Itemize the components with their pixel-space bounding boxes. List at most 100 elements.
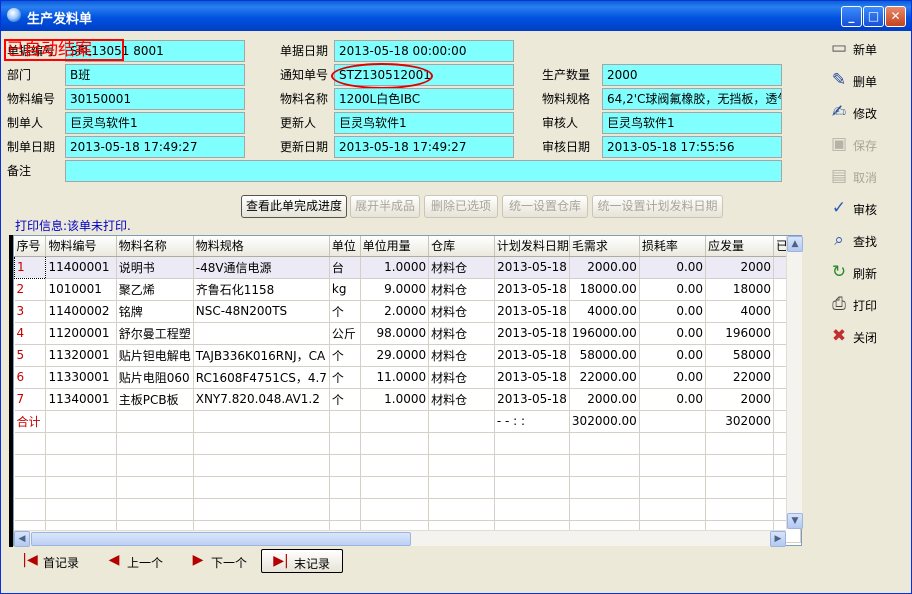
scroll-down-icon[interactable]: ▼ bbox=[787, 513, 803, 529]
table-cell[interactable]: 4000 bbox=[705, 300, 775, 323]
auditor-field[interactable]: 巨灵鸟软件1 bbox=[602, 112, 782, 134]
set-warehouse-button[interactable]: 统一设置仓库 bbox=[502, 195, 588, 218]
table-cell[interactable]: 材料仓 bbox=[428, 366, 495, 389]
item-name-field[interactable]: 1200L白色IBC bbox=[334, 88, 514, 110]
table-cell[interactable]: 11400001 bbox=[45, 256, 117, 279]
table-cell[interactable]: 22000 bbox=[705, 366, 775, 389]
table-cell[interactable]: 2013-05-18 bbox=[494, 300, 570, 323]
table-cell[interactable]: 2000.00 bbox=[569, 388, 640, 411]
table-cell[interactable]: 2013-05-18 bbox=[494, 388, 570, 411]
table-cell[interactable]: 58000.00 bbox=[569, 344, 640, 367]
table-cell[interactable]: 齐鲁石化1158 bbox=[193, 278, 330, 301]
table-cell[interactable]: 29.0000 bbox=[360, 344, 430, 367]
sidebar-button-print[interactable]: ⎙ 打印 bbox=[827, 291, 907, 319]
sidebar-button-close[interactable]: ✖ 关闭 bbox=[827, 323, 907, 351]
item-spec-field[interactable]: 64,2'C球阀氟橡胶，无挡板，透气 bbox=[602, 88, 782, 110]
table-cell[interactable]: 个 bbox=[329, 344, 361, 367]
table-cell[interactable]: 6 bbox=[14, 366, 47, 389]
col-header[interactable]: 毛需求 bbox=[569, 236, 640, 257]
table-cell[interactable]: 2013-05-18 bbox=[494, 322, 570, 345]
table-cell[interactable]: 2013-05-18 bbox=[494, 344, 570, 367]
table-cell[interactable]: 18000 bbox=[705, 278, 775, 301]
table-cell[interactable]: 58000 bbox=[705, 344, 775, 367]
table-cell[interactable]: 聚乙烯 bbox=[116, 278, 194, 301]
sidebar-button-delete-doc[interactable]: ✎ 删单 bbox=[827, 67, 907, 95]
table-row[interactable]: 7 11340001 主板PCB板 XNY7.820.048.AV1.2 个 1.0000… bbox=[14, 388, 801, 411]
col-header[interactable]: 序号 bbox=[14, 236, 47, 257]
sidebar-button-new-doc[interactable]: ▭ 新单 bbox=[827, 35, 907, 63]
table-cell[interactable]: 4000.00 bbox=[569, 300, 640, 323]
table-cell[interactable]: 3 bbox=[14, 300, 47, 323]
sidebar-button-refresh[interactable]: ↻ 刷新 bbox=[827, 259, 907, 287]
first-record-button[interactable]: |◀ 首记录 bbox=[21, 549, 91, 573]
table-cell[interactable]: 1010001 bbox=[45, 278, 117, 301]
table-cell[interactable]: 材料仓 bbox=[428, 278, 495, 301]
table-cell[interactable]: TAJB336K016RNJ，CA bbox=[193, 344, 330, 367]
table-cell[interactable]: 7 bbox=[14, 388, 47, 411]
table-cell[interactable]: 0.00 bbox=[639, 366, 707, 389]
table-cell[interactable]: 11.0000 bbox=[360, 366, 430, 389]
table-cell[interactable]: 1 bbox=[14, 255, 47, 279]
expand-semi-button[interactable]: 展开半成品 bbox=[350, 195, 420, 218]
sidebar-button-save[interactable]: ▣ 保存 bbox=[827, 131, 907, 159]
table-cell[interactable]: 舒尔曼工程塑 bbox=[116, 322, 194, 345]
table-cell[interactable]: 0.00 bbox=[639, 344, 707, 367]
table-cell[interactable]: 2.0000 bbox=[360, 300, 430, 323]
next-record-button[interactable]: ▶ 下一个 bbox=[189, 549, 259, 573]
table-row[interactable]: 5 11320001 贴片钽电解电 TAJB336K016RNJ，CA 个 29.0000… bbox=[14, 344, 801, 367]
audit-date-field[interactable]: 2013-05-18 17:55:56 bbox=[602, 136, 782, 158]
table-cell[interactable]: 材料仓 bbox=[428, 300, 495, 323]
create-date-field[interactable]: 2013-05-18 17:49:27 bbox=[65, 136, 245, 158]
table-cell[interactable]: 0.00 bbox=[639, 300, 707, 323]
scroll-left-icon[interactable]: ◀ bbox=[14, 531, 30, 547]
col-header[interactable]: 物料规格 bbox=[193, 236, 330, 257]
sidebar-button-search[interactable]: ⌕ 查找 bbox=[827, 227, 907, 255]
update-date-field[interactable]: 2013-05-18 17:49:27 bbox=[334, 136, 514, 158]
close-window-button[interactable]: ✕ bbox=[885, 6, 906, 27]
col-header[interactable]: 损耗率 bbox=[639, 236, 707, 257]
scroll-up-icon[interactable]: ▲ bbox=[787, 236, 803, 252]
table-cell[interactable]: 2000.00 bbox=[569, 256, 640, 279]
table-cell[interactable]: 11330001 bbox=[45, 366, 117, 389]
table-cell[interactable]: 11200001 bbox=[45, 322, 117, 345]
table-row[interactable]: 2 1010001 聚乙烯 齐鲁石化1158 kg 9.0000 材料仓 2013-05-18… bbox=[14, 278, 801, 301]
table-cell[interactable]: 0.00 bbox=[639, 322, 707, 345]
table-cell[interactable]: -48V通信电源 bbox=[193, 256, 330, 279]
remark-field[interactable] bbox=[65, 160, 782, 182]
table-cell[interactable]: 铭牌 bbox=[116, 300, 194, 323]
table-cell[interactable]: 贴片电阻060 bbox=[116, 366, 194, 389]
table-cell[interactable]: 196000 bbox=[705, 322, 775, 345]
detail-grid[interactable]: 序号 物料编号 物料名称 物料规格 单位 单位用量 仓库 计划发料日期 毛需求 … bbox=[13, 235, 802, 546]
table-cell[interactable]: 11340001 bbox=[45, 388, 117, 411]
table-cell[interactable]: kg bbox=[329, 278, 361, 301]
table-cell[interactable]: 材料仓 bbox=[428, 322, 495, 345]
table-cell[interactable]: 材料仓 bbox=[428, 256, 495, 279]
creator-field[interactable]: 巨灵鸟软件1 bbox=[65, 112, 245, 134]
table-cell[interactable]: 2013-05-18 bbox=[494, 278, 570, 301]
table-cell[interactable]: 22000.00 bbox=[569, 366, 640, 389]
grid-vertical-scrollbar[interactable]: ▲ ▼ bbox=[786, 236, 803, 529]
view-progress-button[interactable]: 查看此单完成进度 bbox=[241, 195, 347, 218]
col-header[interactable]: 物料名称 bbox=[116, 236, 194, 257]
doc-date-field[interactable]: 2013-05-18 00:00:00 bbox=[334, 40, 514, 62]
table-cell[interactable]: 1.0000 bbox=[360, 256, 430, 279]
col-header[interactable]: 物料编号 bbox=[45, 236, 117, 257]
sidebar-button-audit[interactable]: ✓ 审核 bbox=[827, 195, 907, 223]
maximize-button[interactable]: □ bbox=[863, 6, 884, 27]
updater-field[interactable]: 巨灵鸟软件1 bbox=[334, 112, 514, 134]
table-cell[interactable]: 个 bbox=[329, 366, 361, 389]
table-cell[interactable]: 贴片钽电解电 bbox=[116, 344, 194, 367]
table-cell[interactable]: 公斤 bbox=[329, 322, 361, 345]
grid-horizontal-scrollbar[interactable]: ◀ ▶ bbox=[14, 530, 786, 547]
table-cell[interactable]: 材料仓 bbox=[428, 344, 495, 367]
table-cell[interactable]: 0.00 bbox=[639, 278, 707, 301]
table-cell[interactable]: 18000.00 bbox=[569, 278, 640, 301]
qty-field[interactable]: 2000 bbox=[602, 64, 782, 86]
col-header[interactable]: 仓库 bbox=[428, 236, 495, 257]
title-bar[interactable]: 生产发料单 _ □ ✕ bbox=[1, 1, 911, 31]
table-row[interactable]: 3 11400002 铭牌 NSC-48N200TS 个 2.0000 材料仓 2013-05… bbox=[14, 300, 801, 323]
table-cell[interactable]: 11400002 bbox=[45, 300, 117, 323]
table-cell[interactable]: 个 bbox=[329, 300, 361, 323]
col-header[interactable]: 计划发料日期 bbox=[494, 236, 570, 257]
table-row[interactable]: 4 11200001 舒尔曼工程塑 公斤 98.0000 材料仓 2013-05-18 196… bbox=[14, 322, 801, 345]
